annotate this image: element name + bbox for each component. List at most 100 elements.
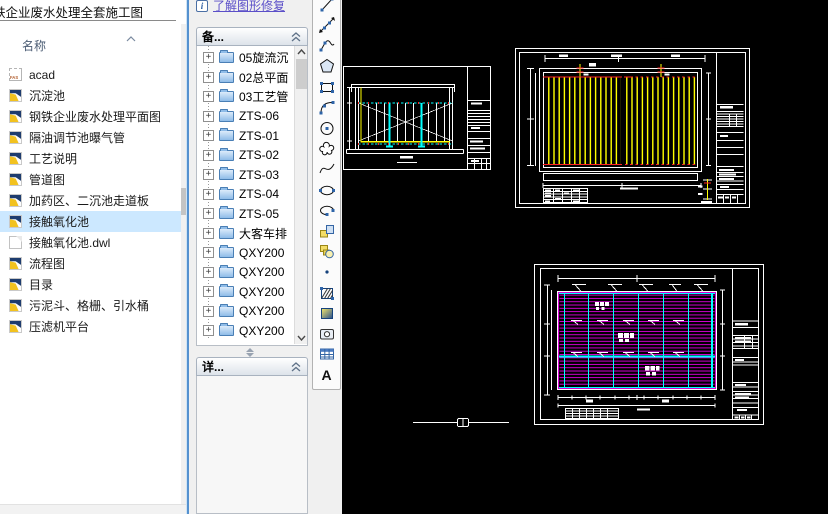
- backup-files-header[interactable]: 备...: [196, 27, 308, 46]
- folder-icon: [219, 206, 234, 220]
- folder-icon: [219, 186, 234, 200]
- spline-tool-button[interactable]: [314, 159, 339, 180]
- details-label: 详...: [202, 360, 225, 374]
- ellipse-arc-tool-button[interactable]: [314, 200, 339, 221]
- expand-plus-icon[interactable]: +: [203, 130, 214, 142]
- file-row[interactable]: 加药区、二沉池走道板: [0, 190, 181, 211]
- tree-node[interactable]: + ZTS-04: [197, 185, 295, 205]
- file-row[interactable]: 压滤机平台: [0, 316, 181, 337]
- tree-node[interactable]: + QXY200: [197, 302, 295, 322]
- line-tool-button[interactable]: [314, 0, 339, 15]
- details-header[interactable]: 详...: [196, 357, 308, 376]
- file-row[interactable]: FAS acad: [0, 64, 181, 85]
- file-row-selected[interactable]: 接触氧化池: [0, 211, 181, 232]
- arc-icon: [319, 101, 334, 115]
- sort-ascending-icon[interactable]: [126, 29, 136, 47]
- scroll-up-icon[interactable]: [295, 46, 307, 58]
- folder-icon: [219, 108, 234, 122]
- file-row[interactable]: 污泥斗、格栅、引水桶: [0, 295, 181, 316]
- region-tool-button[interactable]: [314, 324, 339, 345]
- polygon-tool-button[interactable]: [314, 56, 339, 77]
- tree-node[interactable]: + QXY200: [197, 282, 295, 302]
- tree-node[interactable]: + QXY200: [197, 243, 295, 263]
- expand-plus-icon[interactable]: +: [203, 110, 214, 122]
- tree-node[interactable]: + ZTS-01: [197, 126, 295, 146]
- ellipse-tool-button[interactable]: [314, 179, 339, 200]
- file-row[interactable]: 工艺说明: [0, 148, 181, 169]
- expand-plus-icon[interactable]: +: [203, 188, 214, 200]
- expand-plus-icon[interactable]: +: [203, 169, 214, 181]
- tree-node[interactable]: + ZTS-05: [197, 204, 295, 224]
- file-name: 管道图: [29, 173, 66, 187]
- construction-line-tool-button[interactable]: [314, 15, 339, 36]
- file-row[interactable]: 管道图: [0, 169, 181, 190]
- section-view-drawing: [343, 66, 491, 170]
- expand-plus-icon[interactable]: +: [203, 91, 214, 103]
- point-tool-button[interactable]: [314, 262, 339, 283]
- tree-node[interactable]: + 大客车排: [197, 224, 295, 244]
- revision-cloud-tool-button[interactable]: [314, 138, 339, 159]
- tree-scrollbar[interactable]: [294, 46, 307, 344]
- tree-node-label: ZTS-06: [239, 109, 280, 124]
- polyline-tool-button[interactable]: [314, 35, 339, 56]
- tree-node[interactable]: + ZTS-06: [197, 107, 295, 127]
- tree-node[interactable]: + ZTS-02: [197, 146, 295, 166]
- tree-node[interactable]: + ZTS-03: [197, 165, 295, 185]
- folder-icon: [219, 147, 234, 161]
- expand-plus-icon[interactable]: +: [203, 325, 214, 337]
- aeration-pipe-plan-drawing: [515, 48, 750, 208]
- expand-plus-icon[interactable]: +: [203, 305, 214, 317]
- tree-scrollbar-thumb[interactable]: [296, 59, 307, 89]
- file-row[interactable]: 目录: [0, 274, 181, 295]
- rectangle-tool-button[interactable]: [314, 76, 339, 97]
- tree-node[interactable]: + QXY200: [197, 263, 295, 283]
- file-name: 沉淀池: [29, 89, 66, 103]
- file-explorer-panel: 铁企业废水处理全套施工图 名称 FAS acad 沉淀池 钢铁企业废水处理平面图 …: [0, 0, 186, 514]
- tree-node-label: ZTS-01: [239, 128, 280, 143]
- region-icon: [319, 328, 334, 340]
- expand-plus-icon[interactable]: +: [203, 208, 214, 220]
- arc-tool-button[interactable]: [314, 97, 339, 118]
- file-row[interactable]: 钢铁企业废水处理平面图: [0, 106, 181, 127]
- tree-node[interactable]: +03工艺管: [197, 87, 295, 107]
- ellipse-arc-icon: [319, 206, 334, 217]
- tree-node-label: ZTS-03: [239, 167, 280, 182]
- insert-block-tool-button[interactable]: [314, 221, 339, 242]
- gradient-tool-button[interactable]: [314, 303, 339, 324]
- table-tool-button[interactable]: [314, 344, 339, 365]
- dwg-file-icon: [9, 299, 22, 312]
- tree-node[interactable]: +05旋流沉: [197, 48, 295, 68]
- expand-plus-icon[interactable]: +: [203, 52, 214, 64]
- circle-tool-button[interactable]: [314, 118, 339, 139]
- dwg-file-icon: [9, 278, 22, 291]
- file-row[interactable]: 接触氧化池.dwl: [0, 232, 181, 253]
- scroll-down-icon[interactable]: [295, 332, 307, 344]
- file-row[interactable]: 隔油调节池曝气管: [0, 127, 181, 148]
- make-block-tool-button[interactable]: [314, 241, 339, 262]
- collapse-chevron-icon[interactable]: [290, 361, 302, 372]
- dwg-file-icon: [9, 215, 22, 228]
- expand-plus-icon[interactable]: +: [203, 247, 214, 259]
- file-row[interactable]: 沉淀池: [0, 85, 181, 106]
- expand-plus-icon[interactable]: +: [203, 149, 214, 161]
- app-screen: 铁企业废水处理全套施工图 名称 FAS acad 沉淀池 钢铁企业废水处理平面图 …: [0, 0, 828, 514]
- expand-plus-icon[interactable]: +: [203, 71, 214, 83]
- hatch-tool-button[interactable]: [314, 282, 339, 303]
- panel-splitter[interactable]: [239, 347, 261, 357]
- tree-node[interactable]: + QXY200: [197, 321, 295, 341]
- spline-icon: [319, 163, 334, 174]
- multiline-text-tool-button[interactable]: A: [314, 365, 339, 386]
- recovery-help-link[interactable]: 了解图形修复: [213, 0, 285, 14]
- folder-icon: [219, 128, 234, 142]
- file-row[interactable]: 流程图: [0, 253, 181, 274]
- tree-node[interactable]: +02总平面: [197, 68, 295, 88]
- expand-plus-icon[interactable]: +: [203, 227, 214, 239]
- expand-plus-icon[interactable]: +: [203, 266, 214, 278]
- name-column-header[interactable]: 名称: [22, 37, 46, 54]
- expand-plus-icon[interactable]: +: [203, 286, 214, 298]
- drawing-canvas[interactable]: [342, 0, 828, 514]
- collapse-chevron-icon[interactable]: [290, 31, 302, 42]
- section-marker: [413, 418, 509, 427]
- tree-node-label: QXY200: [239, 284, 285, 299]
- table-icon: [319, 348, 334, 360]
